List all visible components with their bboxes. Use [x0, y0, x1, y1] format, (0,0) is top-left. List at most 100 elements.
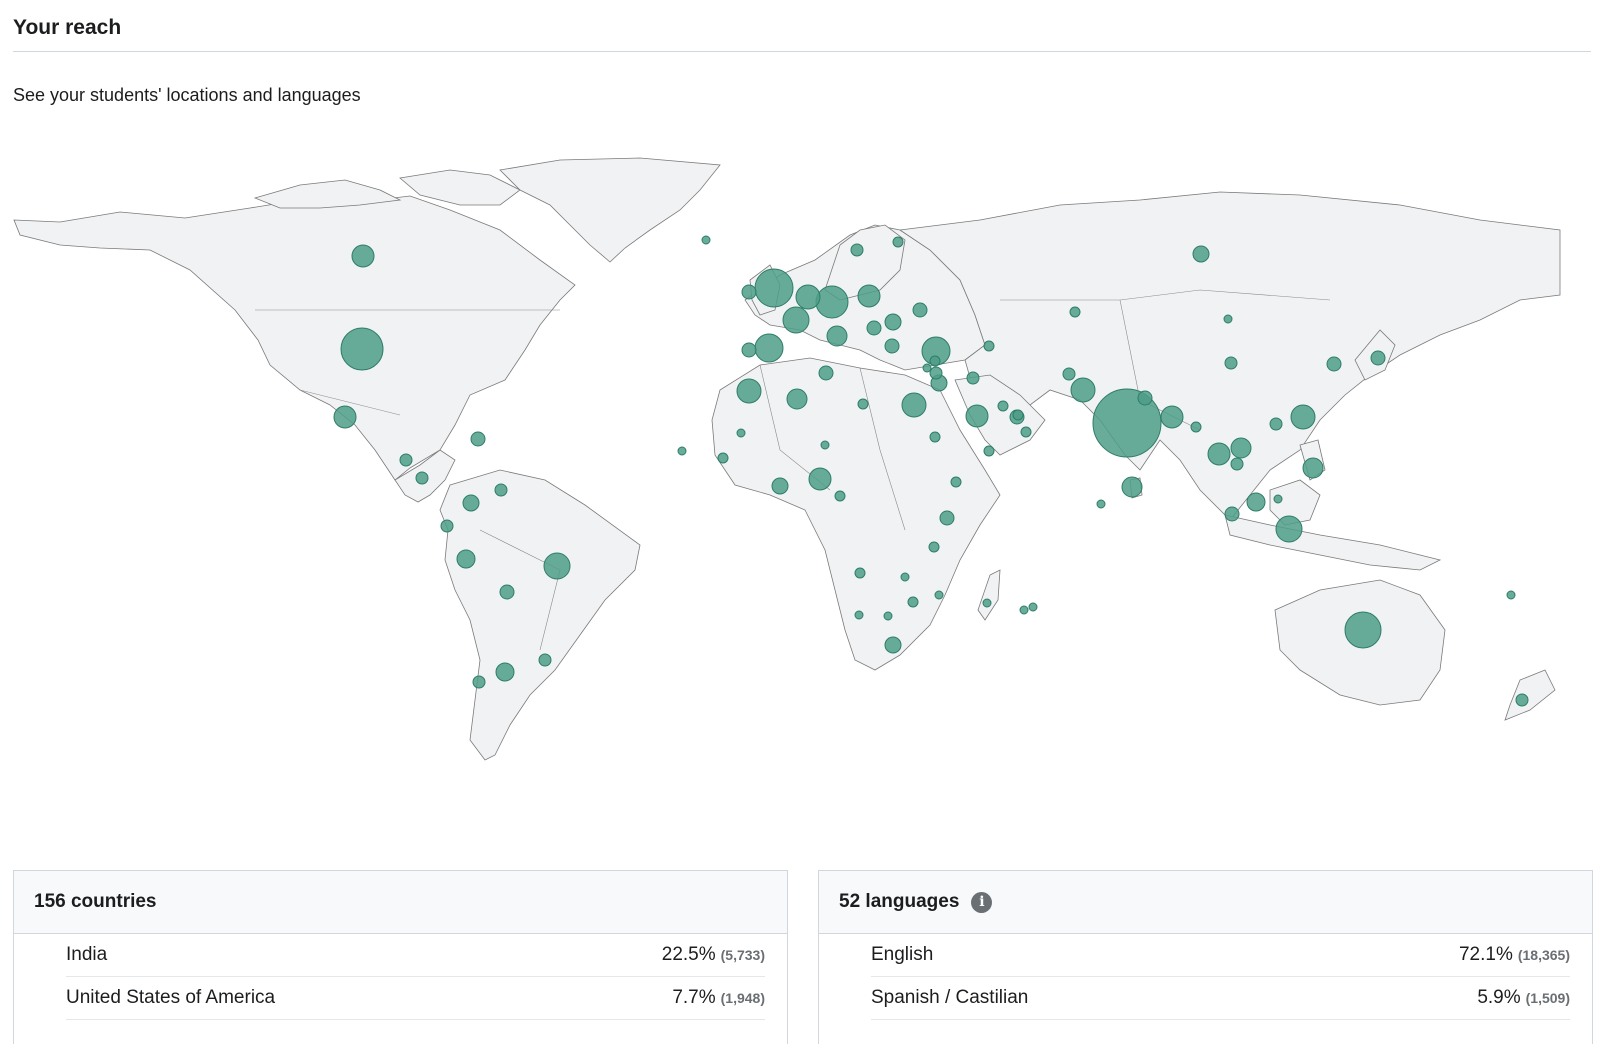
language-value: 5.9% (1,509)	[1477, 987, 1570, 1009]
bubble-germany	[815, 285, 849, 319]
bubble-uk	[754, 268, 794, 308]
bubble-nepal	[1137, 390, 1153, 406]
bubble-iran	[1062, 367, 1076, 381]
bubble-china	[1224, 356, 1238, 370]
bubble-guatemala	[399, 453, 413, 467]
bubble-ukraine	[912, 302, 928, 318]
bubble-russia	[1192, 245, 1210, 263]
bubble-mauritius	[1019, 605, 1029, 615]
country-name: United States of America	[66, 987, 276, 1008]
language-name: Spanish / Castilian	[871, 987, 1029, 1008]
bubble-senegal	[717, 452, 729, 464]
bubble-morocco	[736, 378, 762, 404]
bubble-portugal	[741, 342, 757, 358]
land-north-america	[13, 195, 576, 481]
bubble-cyprus	[922, 363, 932, 373]
page-header: Your reach	[13, 14, 1591, 52]
bubble-jordan	[929, 366, 943, 380]
country-value: 7.7% (1,948)	[672, 987, 765, 1009]
land-asia	[898, 191, 1561, 521]
page-title: Your reach	[13, 16, 122, 39]
bubble-hongkong	[1290, 404, 1316, 430]
bubble-cape-verde	[677, 446, 687, 456]
bubble-bangladesh	[1160, 405, 1184, 429]
land-madagascar	[977, 569, 1001, 621]
bubble-libya	[857, 398, 869, 410]
language-name: English	[871, 944, 934, 965]
info-icon[interactable]: i	[971, 891, 993, 913]
bubble-taiwan	[1269, 417, 1283, 431]
language-count: (18,365)	[1517, 947, 1570, 963]
bubble-maldives	[1096, 499, 1106, 509]
bubble-ecuador	[440, 519, 454, 533]
bubble-malaysia	[1246, 492, 1266, 512]
country-value: 22.5% (5,733)	[662, 944, 765, 966]
bubble-myanmar	[1190, 421, 1202, 433]
bubble-sudan	[929, 431, 941, 443]
bubble-usa	[340, 327, 384, 371]
bubble-cuba	[470, 431, 486, 447]
languages-title: 52 languages	[839, 891, 960, 912]
bubble-zambia	[900, 572, 910, 582]
bubble-saudi	[965, 404, 989, 428]
bubble-south-africa	[884, 636, 902, 654]
bubble-venezuela	[494, 483, 508, 497]
bubble-zimbabwe	[907, 596, 919, 608]
country-row: United States of America 7.7% (1,948)	[66, 977, 765, 1020]
language-row: English 72.1% (18,365)	[871, 934, 1570, 977]
country-count: (5,733)	[720, 947, 765, 963]
bubble-yemen	[983, 445, 995, 457]
bubble-algeria	[786, 388, 808, 410]
bubble-japan	[1370, 350, 1386, 366]
bubble-ireland	[741, 284, 757, 300]
world-map	[0, 150, 1600, 790]
bubble-botswana	[883, 611, 893, 621]
bubble-colombia	[462, 494, 480, 512]
countries-card: 156 countries India 22.5% (5,733) United…	[13, 870, 788, 1044]
language-count: (1,509)	[1525, 990, 1570, 1006]
bubble-madagascar	[982, 598, 992, 608]
bubble-romania	[884, 313, 902, 331]
bubble-tunisia	[818, 365, 834, 381]
bubble-bolivia	[499, 584, 515, 600]
bubble-netherlands	[795, 284, 821, 310]
bubble-brunei	[1273, 494, 1283, 504]
bubble-reunion	[1028, 602, 1038, 612]
bubble-sweden	[850, 243, 864, 257]
land-greenland	[499, 157, 721, 263]
languages-card: 52 languages i English 72.1% (18,365) Sp…	[818, 870, 1593, 1044]
bubble-brazil	[543, 552, 571, 580]
language-row: Spanish / Castilian 5.9% (1,509)	[871, 977, 1570, 1020]
languages-card-header: 52 languages i	[819, 871, 1592, 934]
countries-list: India 22.5% (5,733) United States of Ame…	[14, 934, 787, 1020]
bubble-poland	[857, 284, 881, 308]
bubble-kenya	[939, 510, 955, 526]
bubble-azerbaijan	[983, 340, 995, 352]
bubble-france	[782, 306, 810, 334]
countries-title: 156 countries	[34, 891, 157, 912]
bubble-canada	[351, 244, 375, 268]
bubble-egypt	[901, 392, 927, 418]
country-row: India 22.5% (5,733)	[66, 934, 765, 977]
language-percent: 5.9%	[1477, 987, 1521, 1008]
bubble-finland	[892, 236, 904, 248]
bubble-australia	[1344, 611, 1382, 649]
bubble-srilanka	[1121, 476, 1143, 498]
country-count: (1,948)	[720, 990, 765, 1006]
bubble-tanzania	[928, 541, 940, 553]
land-indonesia	[1224, 514, 1442, 571]
country-percent: 7.7%	[672, 987, 716, 1008]
bubble-vietnam	[1207, 442, 1231, 466]
page-subtitle: See your students' locations and languag…	[13, 85, 361, 105]
countries-card-header: 156 countries	[14, 871, 787, 934]
bubble-thailand	[1230, 437, 1252, 459]
bubble-namibia	[854, 610, 864, 620]
bubble-pakistan	[1070, 377, 1096, 403]
bubble-mozambique	[934, 590, 944, 600]
languages-list: English 72.1% (18,365) Spanish / Castili…	[819, 934, 1592, 1020]
bubble-fiji	[1506, 590, 1516, 600]
bubble-greece	[884, 338, 900, 354]
bubble-nigeria	[808, 467, 832, 491]
country-name: India	[66, 944, 108, 965]
bubble-kuwait	[997, 400, 1009, 412]
